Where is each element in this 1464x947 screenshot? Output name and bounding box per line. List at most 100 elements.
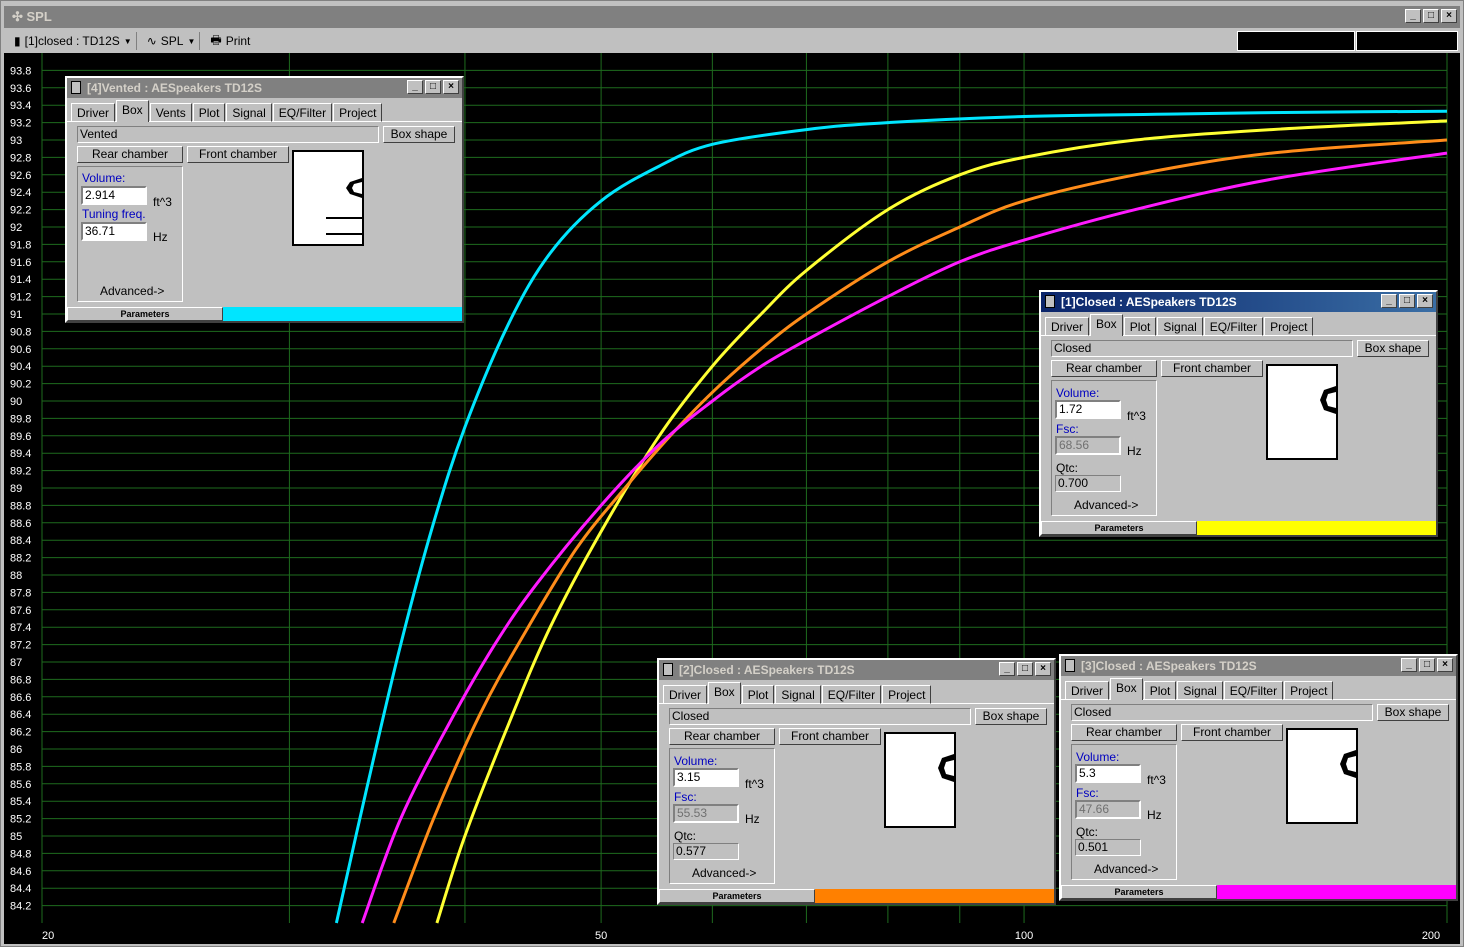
tab-signal[interactable]: Signal [775,685,821,704]
maximize-button[interactable]: □ [1399,294,1415,308]
tab-box[interactable]: Box [1110,678,1143,700]
rear-chamber-button[interactable]: Rear chamber [1051,360,1157,377]
rear-chamber-button[interactable]: Rear chamber [1071,724,1177,741]
close-button[interactable]: × [443,80,459,94]
front-chamber-button[interactable]: Front chamber [779,728,881,745]
maximize-button[interactable]: □ [1419,658,1435,672]
y-tick-label: 93.2 [10,118,31,130]
volume-input[interactable]: 1.72 [1055,400,1121,419]
tab-signal[interactable]: Signal [1157,317,1203,336]
box-type-field[interactable]: Closed [669,708,971,725]
close-button[interactable]: × [1417,294,1433,308]
fsc-input[interactable]: 55.53 [673,804,739,823]
y-tick-label: 88 [10,570,22,582]
volume-input[interactable]: 2.914 [81,186,147,205]
box-shape-button[interactable]: Box shape [975,708,1047,725]
dialog-title: [3]Closed : AESpeakers TD12S [1081,659,1257,673]
print-button[interactable]: 🖶 Print [206,29,254,54]
y-tick-label: 88.8 [10,500,31,512]
tab-eq-filter[interactable]: EQ/Filter [272,103,333,122]
tab-plot[interactable]: Plot [1123,317,1157,336]
tab-box[interactable]: Box [708,682,741,704]
dialog-title-bar: [3]Closed : AESpeakers TD12S _ □ × [1061,656,1456,676]
rear-chamber-button[interactable]: Rear chamber [669,728,775,745]
tab-plot[interactable]: Plot [1143,681,1177,700]
maximize-button[interactable]: □ [425,80,441,94]
view-select[interactable]: ∿ SPL ▼ [143,32,201,50]
tab-driver[interactable]: Driver [1045,317,1089,336]
y-tick-label: 91.8 [10,239,31,251]
tuning-freq-input[interactable]: 36.71 [81,222,147,241]
fsc-input[interactable]: 47.66 [1075,800,1141,819]
y-tick-label: 87.8 [10,587,31,599]
tab-project[interactable]: Project [333,103,383,122]
rear-chamber-button[interactable]: Rear chamber [77,146,183,163]
speaker-icon [71,81,81,94]
front-chamber-button[interactable]: Front chamber [1181,724,1283,741]
tab-eq-filter[interactable]: EQ/Filter [821,685,882,704]
tab-eq-filter[interactable]: EQ/Filter [1203,317,1264,336]
y-tick-label: 87 [10,657,22,669]
tab-signal[interactable]: Signal [1177,681,1223,700]
minimize-button[interactable]: _ [1401,658,1417,672]
tab-box[interactable]: Box [1090,314,1123,336]
close-button[interactable]: × [1035,662,1051,676]
fsc-label: Fsc: [674,790,697,804]
advanced-link[interactable]: Advanced-> [100,284,164,298]
readout-box-2 [1356,31,1458,51]
tab-box[interactable]: Box [116,100,149,122]
y-tick-label: 93.4 [10,100,31,112]
maximize-button[interactable]: □ [1017,662,1033,676]
minimize-button[interactable]: _ [407,80,423,94]
qtc-value: 0.501 [1075,839,1141,856]
status-label: Parameters [659,889,815,903]
advanced-link[interactable]: Advanced-> [1074,498,1138,512]
tab-driver[interactable]: Driver [1065,681,1109,700]
dialog-title-bar: [2]Closed : AESpeakers TD12S _ □ × [659,660,1054,680]
y-tick-label: 92.4 [10,187,31,199]
advanced-link[interactable]: Advanced-> [1094,862,1158,876]
tab-driver[interactable]: Driver [663,685,707,704]
front-chamber-button[interactable]: Front chamber [1161,360,1263,377]
box-type-field[interactable]: Vented [77,126,379,143]
tab-project[interactable]: Project [1264,317,1314,336]
advanced-link[interactable]: Advanced-> [692,866,756,880]
maximize-button[interactable]: □ [1423,9,1439,23]
dialog-title: [4]Vented : AESpeakers TD12S [87,81,262,95]
tab-project[interactable]: Project [1284,681,1334,700]
y-tick-label: 92 [10,222,22,234]
status-label: Parameters [1061,885,1217,899]
tab-plot[interactable]: Plot [192,103,226,122]
dialog-title-bar: [1]Closed : AESpeakers TD12S _ □ × [1041,292,1436,312]
driver-select[interactable]: ▮ [1]closed : TD12S ▼ [10,32,137,50]
volume-input[interactable]: 3.15 [673,768,739,787]
y-tick-label: 87.6 [10,605,31,617]
box-shape-button[interactable]: Box shape [1357,340,1429,357]
tab-project[interactable]: Project [882,685,932,704]
waveform-icon: ∿ [146,34,157,48]
curve-color-swatch [1217,885,1456,899]
tab-signal[interactable]: Signal [226,103,272,122]
y-tick-label: 91 [10,309,22,321]
box-shape-button[interactable]: Box shape [383,126,455,143]
tab-plot[interactable]: Plot [741,685,775,704]
fsc-input[interactable]: 68.56 [1055,436,1121,455]
tab-eq-filter[interactable]: EQ/Filter [1223,681,1284,700]
front-chamber-button[interactable]: Front chamber [187,146,289,163]
close-button[interactable]: × [1441,9,1457,23]
volume-input[interactable]: 5.3 [1075,764,1141,783]
y-tick-label: 93 [10,135,22,147]
readout-box-1 [1237,31,1355,51]
minimize-button[interactable]: _ [1381,294,1397,308]
box-type-field[interactable]: Closed [1051,340,1353,357]
print-label: Print [225,34,251,48]
tab-strip: Driver Box Plot Signal EQ/Filter Project [1061,676,1456,700]
tab-driver[interactable]: Driver [71,103,115,122]
minimize-button[interactable]: _ [999,662,1015,676]
box-type-field[interactable]: Closed [1071,704,1373,721]
minimize-button[interactable]: _ [1405,9,1421,23]
close-button[interactable]: × [1437,658,1453,672]
y-tick-label: 89 [10,483,22,495]
tab-vents[interactable]: Vents [149,103,192,122]
box-shape-button[interactable]: Box shape [1377,704,1449,721]
